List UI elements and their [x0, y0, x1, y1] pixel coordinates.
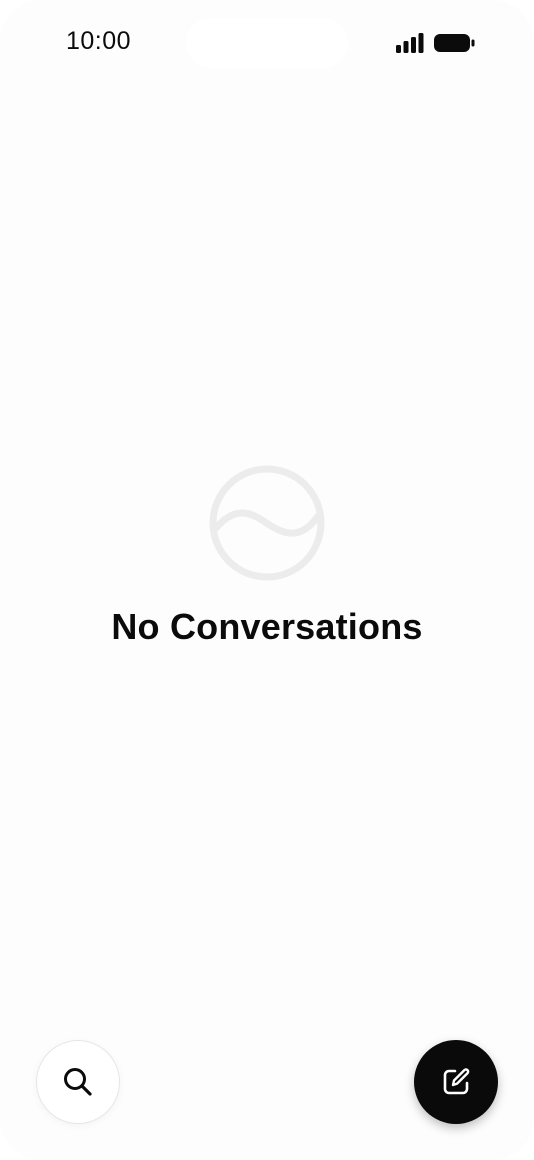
app-screen: 10:00 No Conversations [0, 0, 534, 1160]
dynamic-island [186, 18, 348, 68]
search-icon [64, 1068, 92, 1096]
battery-icon [434, 34, 475, 52]
empty-state: No Conversations [0, 464, 534, 648]
empty-state-title: No Conversations [111, 606, 423, 647]
compose-button[interactable] [414, 1040, 498, 1124]
status-time: 10:00 [66, 27, 132, 55]
compose-icon [443, 1068, 470, 1095]
search-button[interactable] [36, 1040, 120, 1124]
logo-circle-icon [209, 465, 325, 581]
status-bar: 10:00 [0, 0, 534, 86]
cellular-signal-icon [396, 33, 424, 53]
